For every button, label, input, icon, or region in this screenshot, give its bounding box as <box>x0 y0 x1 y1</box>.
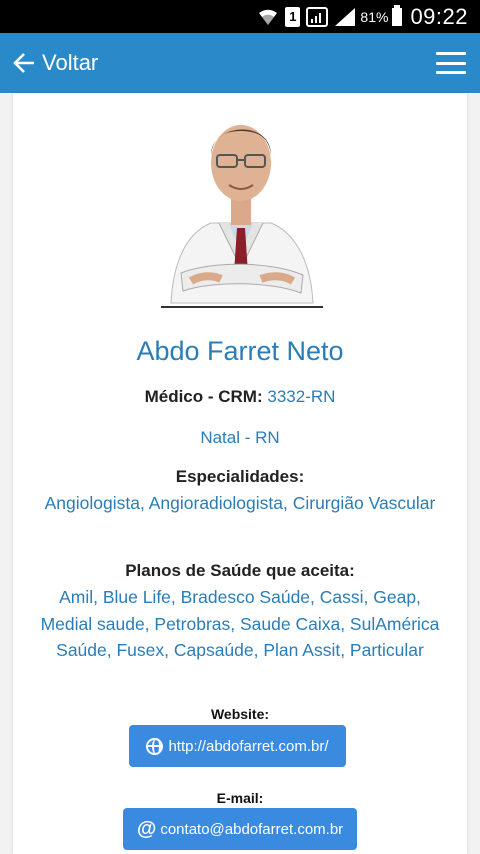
hamburger-menu-icon[interactable] <box>436 52 466 74</box>
arrow-left-icon <box>13 53 34 73</box>
crm-line: Médico - CRM: 3332-RN <box>13 387 467 407</box>
plans-text: Amil, Blue Life, Bradesco Saúde, Cassi, … <box>40 587 440 660</box>
specialties-title: Especialidades: <box>175 467 305 486</box>
doctor-profile-card: Abdo Farret Neto Médico - CRM: 3332-RN N… <box>13 93 467 854</box>
email-address: contato@abdofarret.com.br <box>160 820 344 838</box>
app-bar: Voltar <box>0 33 480 93</box>
doctor-name: Abdo Farret Neto <box>136 336 344 366</box>
email-title: E-mail: <box>216 790 264 806</box>
website-button[interactable]: http://abdofarret.com.br/ <box>129 725 346 767</box>
website-url: http://abdofarret.com.br/ <box>168 737 329 755</box>
signal-icon <box>306 6 329 27</box>
doctor-photo <box>161 125 323 308</box>
sim-icon: 1 <box>285 6 301 27</box>
wifi-icon <box>257 7 279 27</box>
crm-value: 3332-RN <box>267 387 336 406</box>
clock: 09:22 <box>410 3 468 29</box>
plans-title: Planos de Saúde que aceita: <box>125 561 355 580</box>
at-sign-icon: @ <box>136 817 157 840</box>
website-title: Website: <box>210 706 270 722</box>
back-button[interactable]: Voltar <box>12 50 98 76</box>
specialties-text: Angiologista, Angioradiologista, Cirurgi… <box>44 493 436 513</box>
status-bar: 1 81% 09:22 <box>0 0 480 33</box>
globe-icon <box>146 737 164 755</box>
battery-percent: 81% <box>360 8 389 25</box>
back-label: Voltar <box>42 50 99 75</box>
crm-label: Médico - CRM: <box>144 387 263 406</box>
email-button[interactable]: @ contato@abdofarret.com.br <box>123 808 357 850</box>
battery-icon <box>392 4 403 26</box>
cell-signal-icon <box>334 7 356 27</box>
city: Natal - RN <box>200 428 280 447</box>
